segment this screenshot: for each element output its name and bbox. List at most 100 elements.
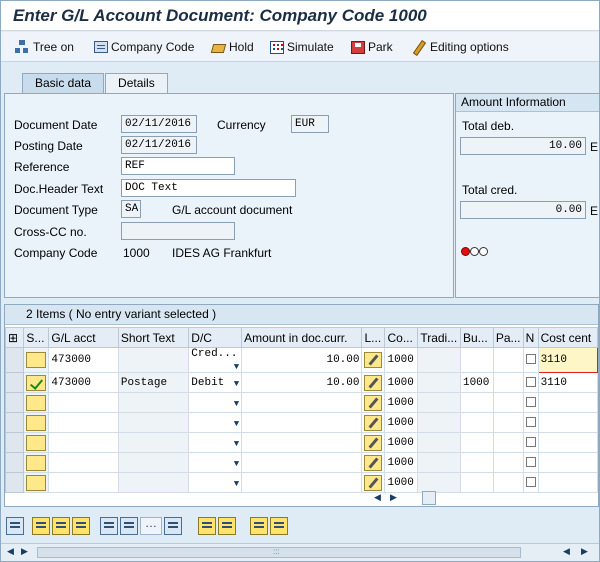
cost-center-cell[interactable]: 3110 [537,347,598,373]
partner-cell[interactable] [492,432,524,453]
tax-code-icon[interactable] [364,434,383,451]
column-header[interactable]: Cost cent [537,327,598,348]
currency-field[interactable]: EUR [291,115,329,133]
chevron-down-icon[interactable]: ▼ [234,399,239,409]
short-text-cell[interactable]: Postage [117,372,190,393]
business-area-cell[interactable] [459,412,494,433]
company-code-cell[interactable]: 1000 [384,452,419,473]
tab-basic-data[interactable]: Basic data [22,73,105,93]
scroll-left-icon[interactable]: ◀ [7,546,14,557]
editing-options-button[interactable]: Editing options [411,39,509,55]
business-area-cell[interactable] [459,392,494,413]
short-text-cell[interactable] [117,472,190,493]
doc-header-text-field[interactable]: DOC Text [121,179,296,197]
cost-center-cell[interactable] [537,392,598,413]
details-icon[interactable] [6,517,24,535]
company-code-button[interactable]: Company Code [94,39,194,55]
delete-row-icon[interactable] [164,517,182,535]
n-cell[interactable] [522,452,539,473]
partner-cell[interactable] [492,347,524,373]
row-selector[interactable] [5,412,25,433]
cost-center-cell[interactable] [537,452,598,473]
dc-cell[interactable]: ▼ [188,392,243,413]
business-area-cell[interactable] [459,452,494,473]
row-selector[interactable] [5,372,25,393]
cost-center-cell[interactable] [537,472,598,493]
row-selector[interactable] [5,392,25,413]
scroll-right-end-icon[interactable]: ▶ [581,546,588,557]
select-block-icon[interactable] [52,517,70,535]
trading-partner-cell[interactable] [417,347,461,373]
chevron-down-icon[interactable]: ▼ [234,419,239,429]
row-selector[interactable] [5,347,25,373]
n-cell[interactable] [522,347,539,373]
company-code-cell[interactable]: 1000 [384,347,419,373]
dc-cell[interactable]: ▼ [188,472,243,493]
short-text-cell[interactable] [117,432,190,453]
scroll-left-end-icon[interactable]: ◀ [563,546,570,557]
trading-partner-cell[interactable] [417,392,461,413]
short-text-cell[interactable] [117,412,190,433]
column-header[interactable]: L... [361,327,386,348]
chevron-down-icon[interactable]: ▼ [234,379,239,389]
copy-row-icon[interactable] [120,517,138,535]
trading-partner-cell[interactable] [417,372,461,393]
tax-code-cell[interactable] [361,452,386,473]
amount-cell[interactable] [241,472,363,493]
tax-code-icon[interactable] [364,374,383,391]
column-header[interactable]: G/L acct [48,327,119,348]
checkbox[interactable] [525,354,536,365]
tax-code-cell[interactable] [361,392,386,413]
trading-partner-cell[interactable] [417,432,461,453]
amount-cell[interactable] [241,432,363,453]
dc-cell[interactable]: Debit ▼ [188,372,243,393]
select-all-icon[interactable] [32,517,50,535]
tax-code-icon[interactable] [364,352,383,368]
copy-icon[interactable] [198,517,216,535]
column-settings-icon[interactable]: ⊞ [5,327,25,348]
checkbox[interactable] [525,436,536,447]
gl-account-cell[interactable] [48,452,119,473]
partner-cell[interactable] [492,372,524,393]
amount-cell[interactable] [241,412,363,433]
short-text-cell[interactable] [117,392,190,413]
park-button[interactable]: Park [351,39,393,55]
chevron-down-icon[interactable]: ▼ [234,439,239,449]
company-code-cell[interactable]: 1000 [384,472,419,493]
company-code-cell[interactable]: 1000 [384,392,419,413]
tax-code-cell[interactable] [361,347,386,373]
partner-cell[interactable] [492,472,524,493]
dc-cell[interactable]: ▼ [188,452,243,473]
more-options-icon[interactable] [140,516,162,535]
trading-partner-cell[interactable] [417,472,461,493]
dc-cell[interactable]: ▼ [188,432,243,453]
n-cell[interactable] [522,472,539,493]
gl-account-cell[interactable] [48,472,119,493]
cost-center-cell[interactable] [537,412,598,433]
grid-horizontal-scrollbar[interactable]: ◀ ▶ [370,491,598,505]
column-header[interactable]: Pa... [492,327,524,348]
dc-cell[interactable]: Cred... ▼ [188,347,243,373]
row-selector[interactable] [5,452,25,473]
column-header[interactable]: S... [23,327,50,348]
tax-code-cell[interactable] [361,412,386,433]
checkbox[interactable] [525,416,536,427]
reference-field[interactable]: REF [121,157,235,175]
partner-cell[interactable] [492,452,524,473]
chevron-down-icon[interactable]: ▼ [234,362,239,372]
trading-partner-cell[interactable] [417,412,461,433]
gl-account-cell[interactable] [48,432,119,453]
n-cell[interactable] [522,372,539,393]
gl-account-cell[interactable]: 473000 [48,372,119,393]
scrollbar-thumb[interactable] [422,491,436,505]
filter-icon[interactable] [270,517,288,535]
row-selector[interactable] [5,472,25,493]
column-header[interactable]: D/C [188,327,243,348]
amount-cell[interactable]: 10.00 [241,347,363,373]
scroll-right-icon[interactable]: ▶ [21,546,28,557]
tax-code-icon[interactable] [364,474,383,491]
row-selector[interactable] [5,432,25,453]
simulate-button[interactable]: Simulate [270,39,334,55]
n-cell[interactable] [522,432,539,453]
scroll-right-icon[interactable]: ▶ [390,492,397,503]
